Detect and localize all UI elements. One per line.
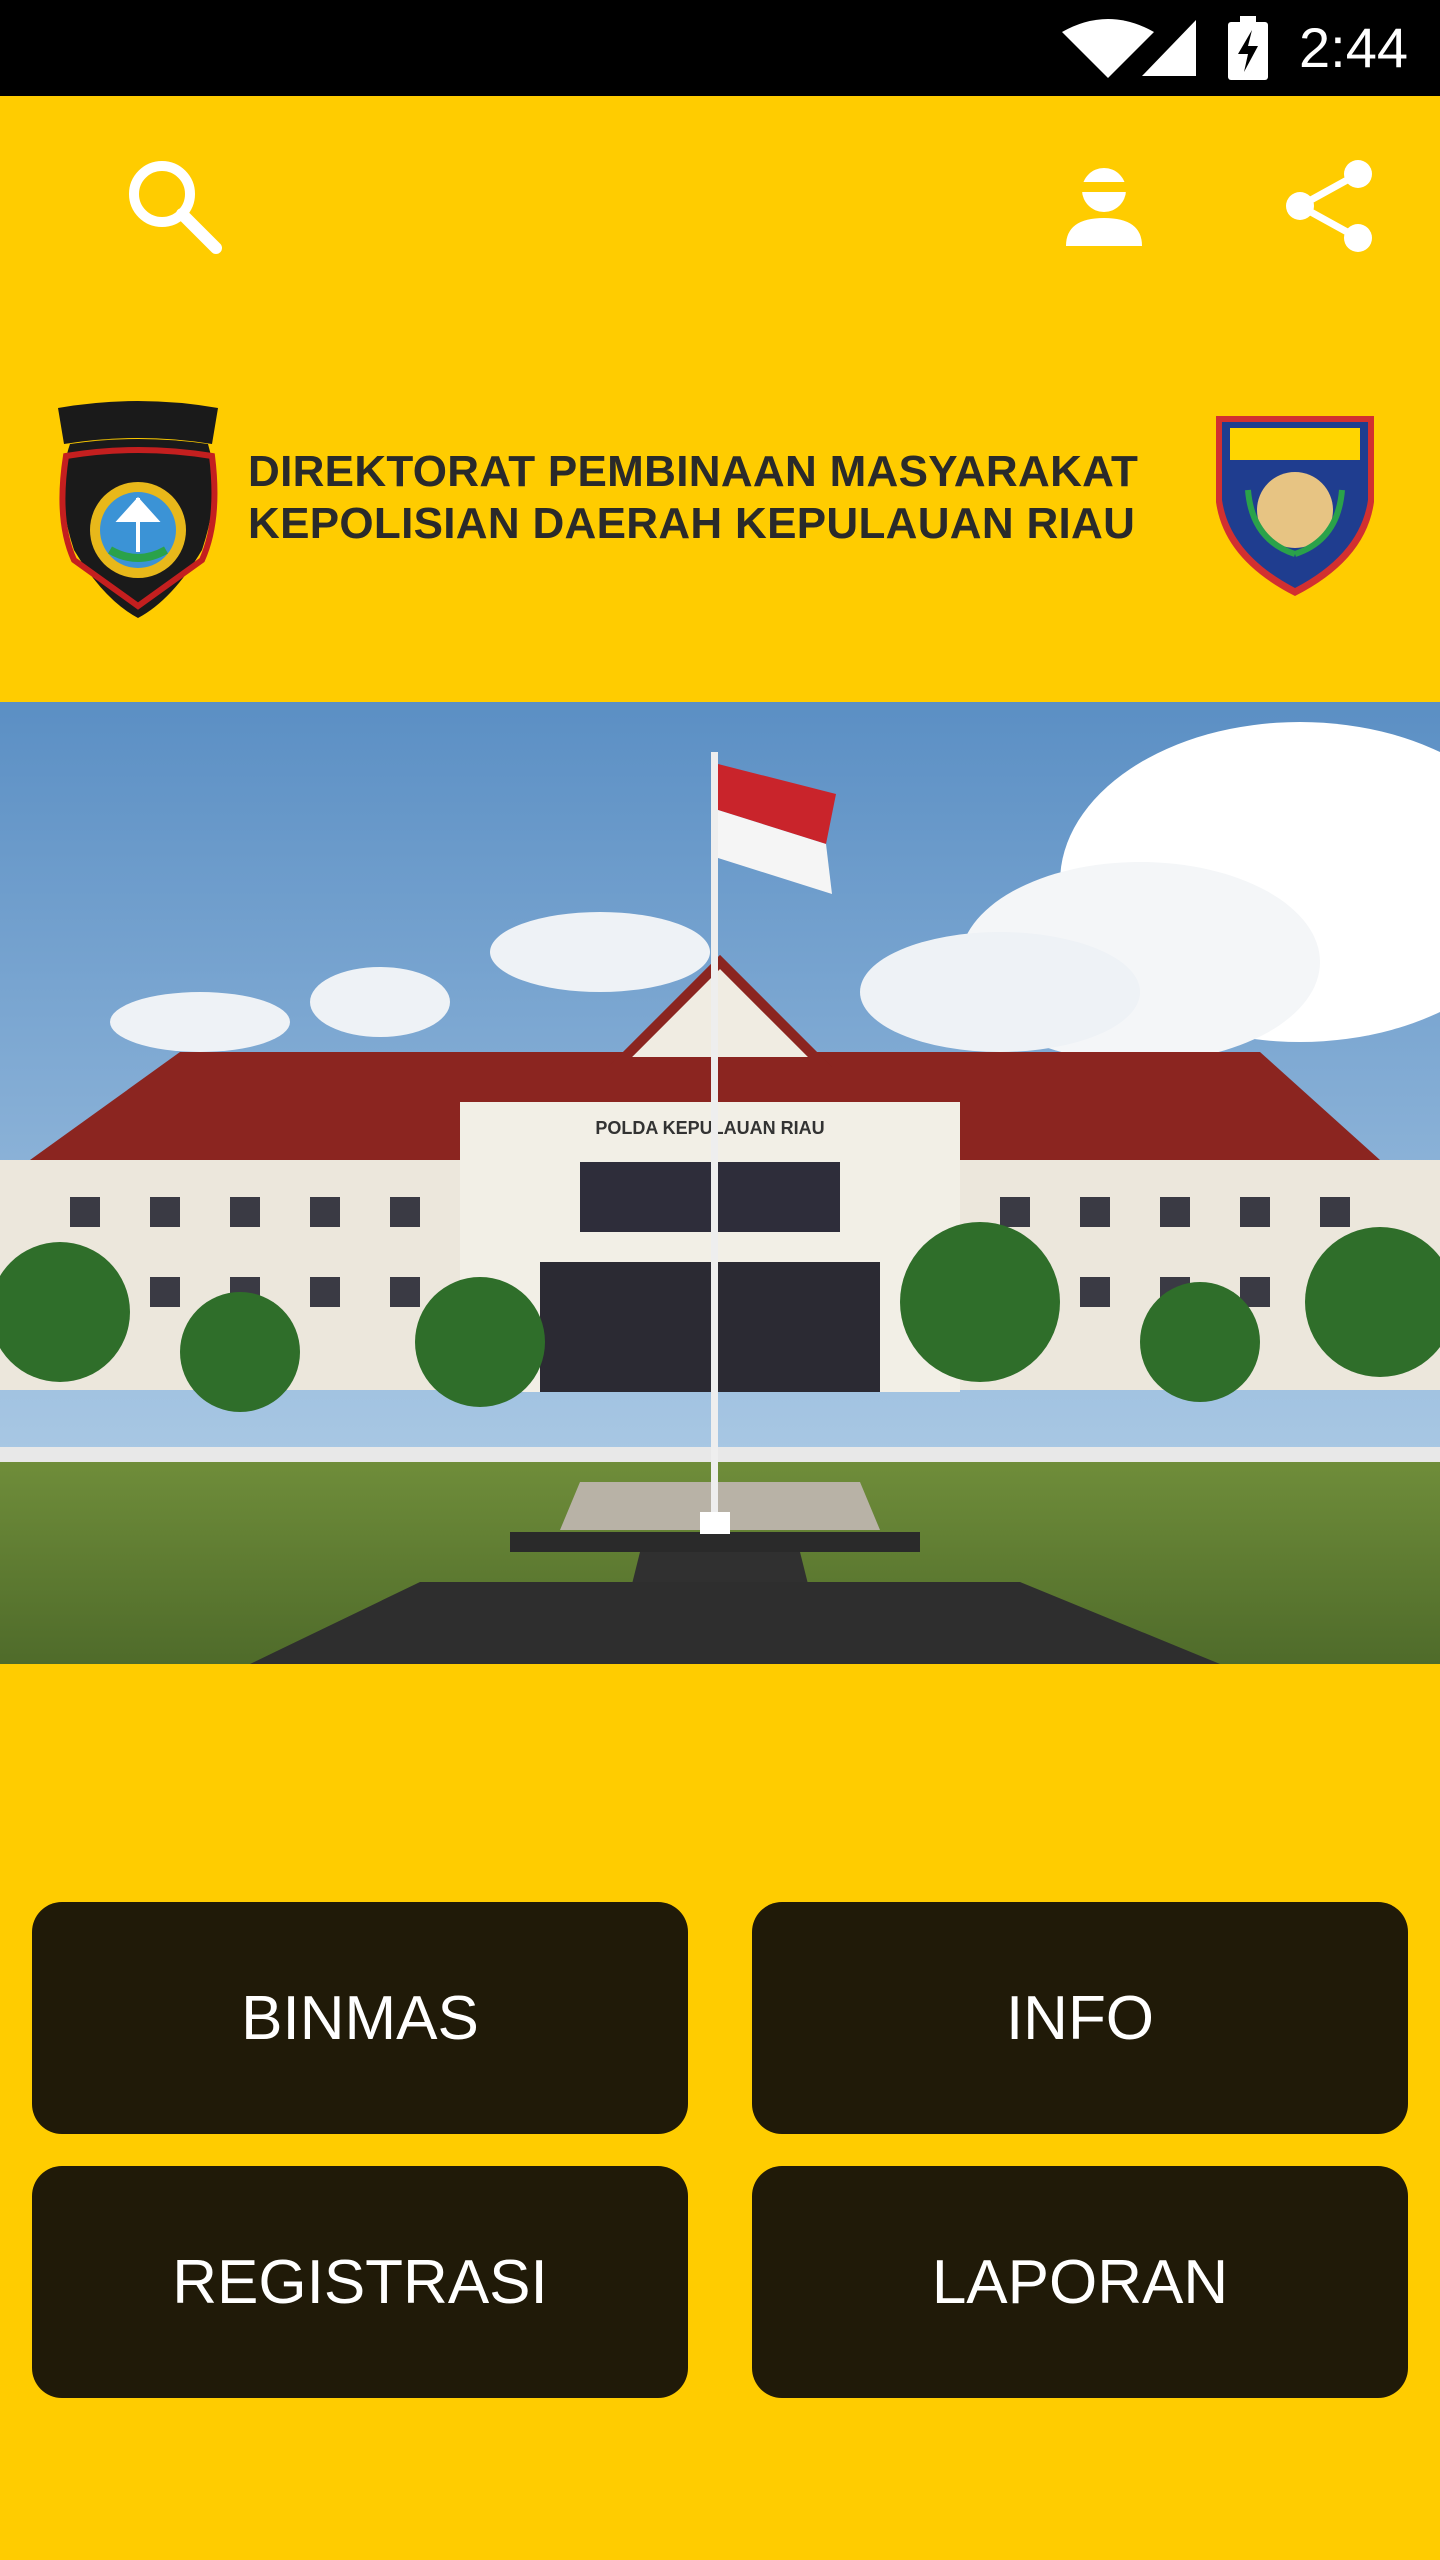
app-title: DIREKTORAT PEMBINAAN MASYARAKAT KEPOLISI… (248, 446, 1188, 550)
title-line-1: DIREKTORAT PEMBINAAN MASYARAKAT (248, 447, 1139, 496)
polda-kepri-logo (58, 401, 218, 618)
share-icon[interactable] (1282, 158, 1378, 254)
laporan-button[interactable]: LAPORAN (752, 2166, 1408, 2398)
building-photo: POLDA KEPULAUAN RIAU (0, 702, 1440, 1664)
hero-image: POLDA KEPULAUAN RIAU (0, 702, 1440, 1664)
binmas-logo (1216, 416, 1374, 596)
toolbar (0, 96, 1440, 320)
laporan-button-label: LAPORAN (931, 2247, 1229, 2317)
registrasi-button-label: REGISTRASI (172, 2247, 548, 2317)
account-icon[interactable] (1062, 162, 1146, 246)
title-line-2: KEPOLISIAN DAERAH KEPULAUAN RIAU (248, 499, 1136, 548)
search-icon[interactable] (124, 156, 224, 256)
registrasi-button[interactable]: REGISTRASI (32, 2166, 688, 2398)
signal-icon (1142, 20, 1196, 76)
battery-charging-icon (1228, 16, 1268, 80)
binmas-button[interactable]: BINMAS (32, 1902, 688, 2134)
info-button-label: INFO (1005, 1983, 1155, 2053)
building-sign: POLDA KEPULAUAN RIAU (595, 1118, 824, 1138)
app-header: DIREKTORAT PEMBINAAN MASYARAKAT KEPOLISI… (0, 320, 1440, 700)
status-bar: 2:44 (0, 0, 1440, 96)
binmas-button-label: BINMAS (241, 1983, 479, 2053)
info-button[interactable]: INFO (752, 1902, 1408, 2134)
status-time: 2:44 (1299, 16, 1408, 79)
